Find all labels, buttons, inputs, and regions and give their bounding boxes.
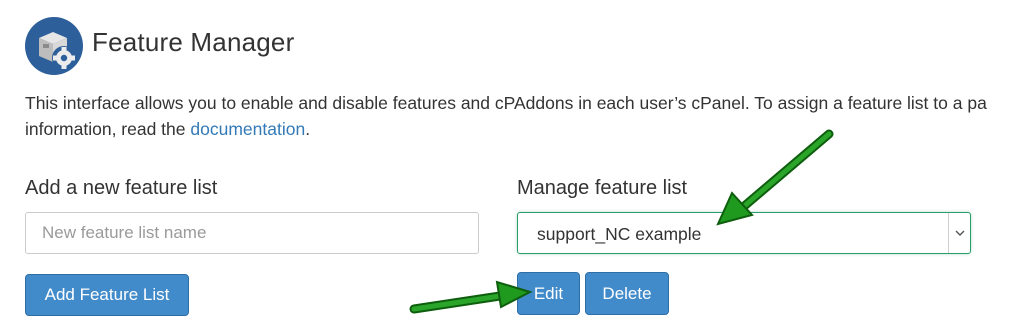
feature-manager-icon (24, 16, 84, 76)
chevron-down-icon[interactable] (948, 213, 970, 253)
page-description: This interface allows you to enable and … (25, 90, 1016, 142)
delete-button[interactable]: Delete (585, 272, 669, 315)
description-text: information, read the (25, 119, 191, 139)
description-line-2: information, read the documentation. (25, 116, 1016, 142)
documentation-link[interactable]: documentation (190, 119, 305, 139)
page-title: Feature Manager (92, 27, 295, 57)
new-feature-list-name-input[interactable] (25, 212, 479, 254)
edit-button[interactable]: Edit (517, 272, 580, 315)
description-line-1: This interface allows you to enable and … (25, 93, 987, 113)
selected-feature-list: support_NC example (537, 224, 702, 244)
manage-feature-list-label: Manage feature list (517, 177, 688, 199)
description-period: . (305, 119, 311, 139)
annotation-arrow-select (716, 129, 834, 226)
add-feature-list-button[interactable]: Add Feature List (25, 274, 189, 316)
add-feature-list-label: Add a new feature list (25, 177, 218, 199)
annotation-arrow-edit (409, 280, 533, 314)
feature-list-select[interactable]: support_NC example (517, 212, 971, 254)
